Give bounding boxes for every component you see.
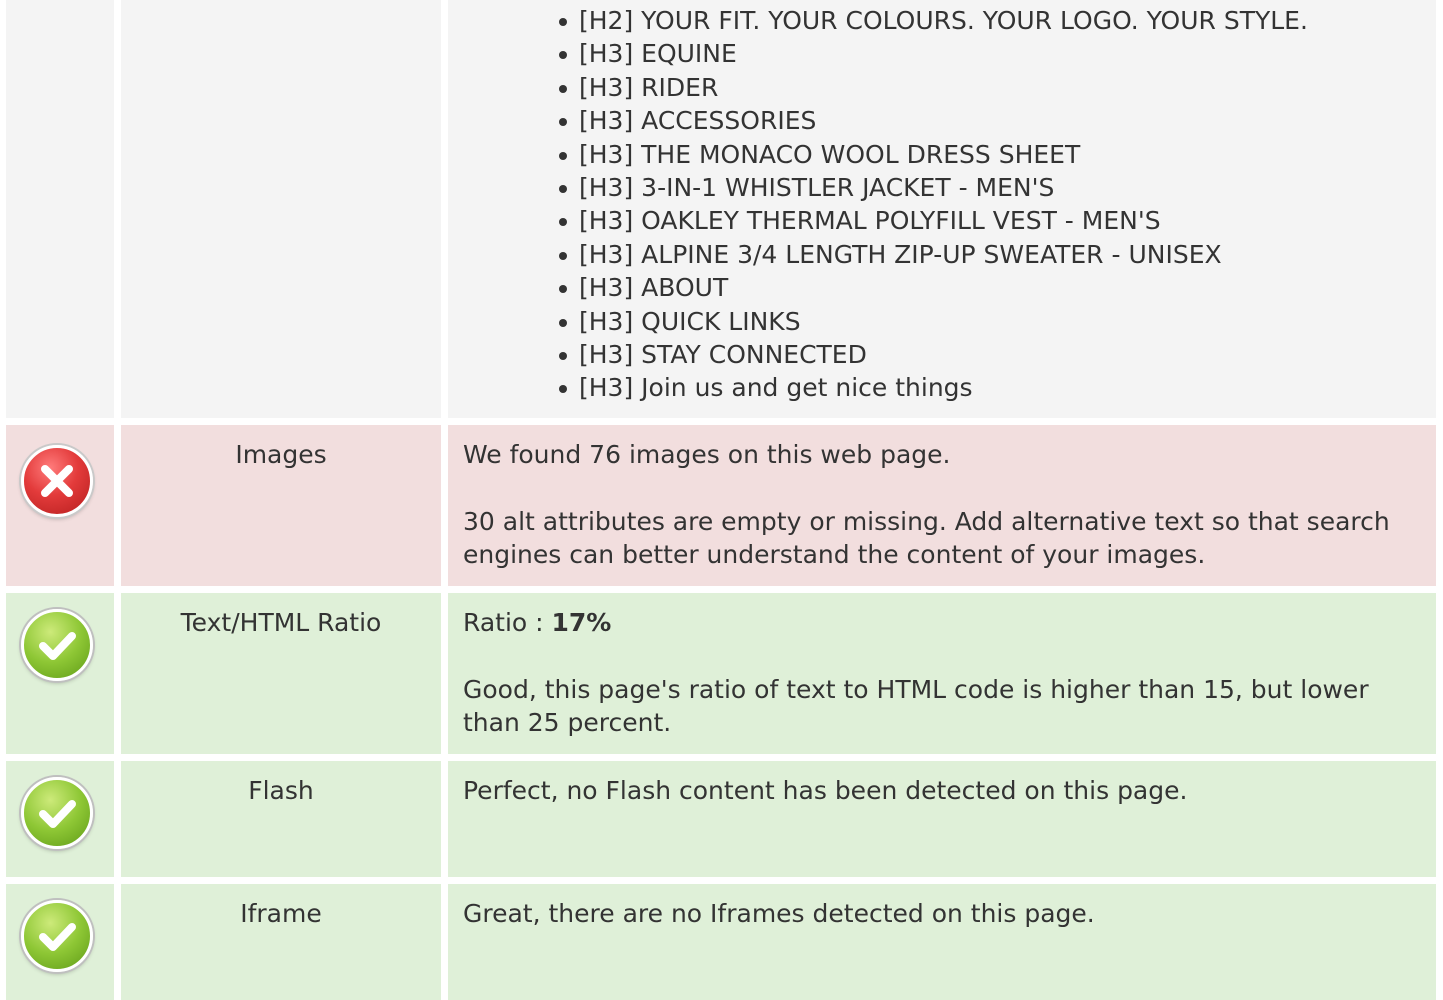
- ratio-row: Text/HTML Ratio Ratio : 17% Good, this p…: [0, 593, 1443, 754]
- flash-label: Flash: [121, 761, 441, 877]
- check-icon: [21, 609, 93, 681]
- headings-icon-cell: [6, 0, 114, 418]
- flash-content: Perfect, no Flash content has been detec…: [448, 761, 1436, 877]
- heading-item: [H3] RIDER: [556, 71, 1422, 104]
- heading-item: [H3] ABOUT: [556, 271, 1422, 304]
- heading-item: [H3] STAY CONNECTED: [556, 338, 1422, 371]
- heading-item: [H3] QUICK LINKS: [556, 305, 1422, 338]
- ratio-icon-cell: [6, 593, 114, 754]
- heading-item: [H3] EQUINE: [556, 37, 1422, 70]
- headings-list: [H2] YOUR FIT. YOUR COLOURS. YOUR LOGO. …: [463, 4, 1422, 405]
- images-icon-cell: [6, 425, 114, 586]
- heading-item: [H3] ALPINE 3/4 LENGTH ZIP-UP SWEATER - …: [556, 238, 1422, 271]
- iframe-label: Iframe: [121, 884, 441, 1000]
- images-row: Images We found 76 images on this web pa…: [0, 425, 1443, 586]
- heading-item: [H3] 3-IN-1 WHISTLER JACKET - MEN'S: [556, 171, 1422, 204]
- check-icon: [21, 900, 93, 972]
- ratio-content: Ratio : 17% Good, this page's ratio of t…: [448, 593, 1436, 754]
- headings-row: [H2] YOUR FIT. YOUR COLOURS. YOUR LOGO. …: [0, 0, 1443, 418]
- images-content: We found 76 images on this web page. 30 …: [448, 425, 1436, 586]
- images-found-text: We found 76 images on this web page.: [463, 440, 951, 469]
- heading-item: [H3] THE MONACO WOOL DRESS SHEET: [556, 138, 1422, 171]
- headings-label-cell: [121, 0, 441, 418]
- flash-row: Flash Perfect, no Flash content has been…: [0, 761, 1443, 877]
- headings-content-cell: [H2] YOUR FIT. YOUR COLOURS. YOUR LOGO. …: [448, 0, 1436, 418]
- iframe-text: Great, there are no Iframes detected on …: [463, 899, 1095, 928]
- images-label: Images: [121, 425, 441, 586]
- check-icon: [21, 777, 93, 849]
- heading-item: [H2] YOUR FIT. YOUR COLOURS. YOUR LOGO. …: [556, 4, 1422, 37]
- ratio-label: Text/HTML Ratio: [121, 593, 441, 754]
- iframe-icon-cell: [6, 884, 114, 1000]
- iframe-row: Iframe Great, there are no Iframes detec…: [0, 884, 1443, 1000]
- heading-item: [H3] Join us and get nice things: [556, 371, 1422, 404]
- ratio-line: Ratio : 17%: [463, 606, 1422, 639]
- ratio-prefix: Ratio :: [463, 608, 552, 637]
- ratio-value: 17%: [551, 608, 612, 637]
- iframe-content: Great, there are no Iframes detected on …: [448, 884, 1436, 1000]
- flash-text: Perfect, no Flash content has been detec…: [463, 776, 1188, 805]
- error-icon: [21, 445, 93, 517]
- flash-icon-cell: [6, 761, 114, 877]
- heading-item: [H3] ACCESSORIES: [556, 104, 1422, 137]
- images-alt-text: 30 alt attributes are empty or missing. …: [463, 506, 1390, 570]
- heading-item: [H3] OAKLEY THERMAL POLYFILL VEST - MEN'…: [556, 204, 1422, 237]
- ratio-description: Good, this page's ratio of text to HTML …: [463, 674, 1369, 738]
- seo-report-table: [H2] YOUR FIT. YOUR COLOURS. YOUR LOGO. …: [0, 0, 1443, 1000]
